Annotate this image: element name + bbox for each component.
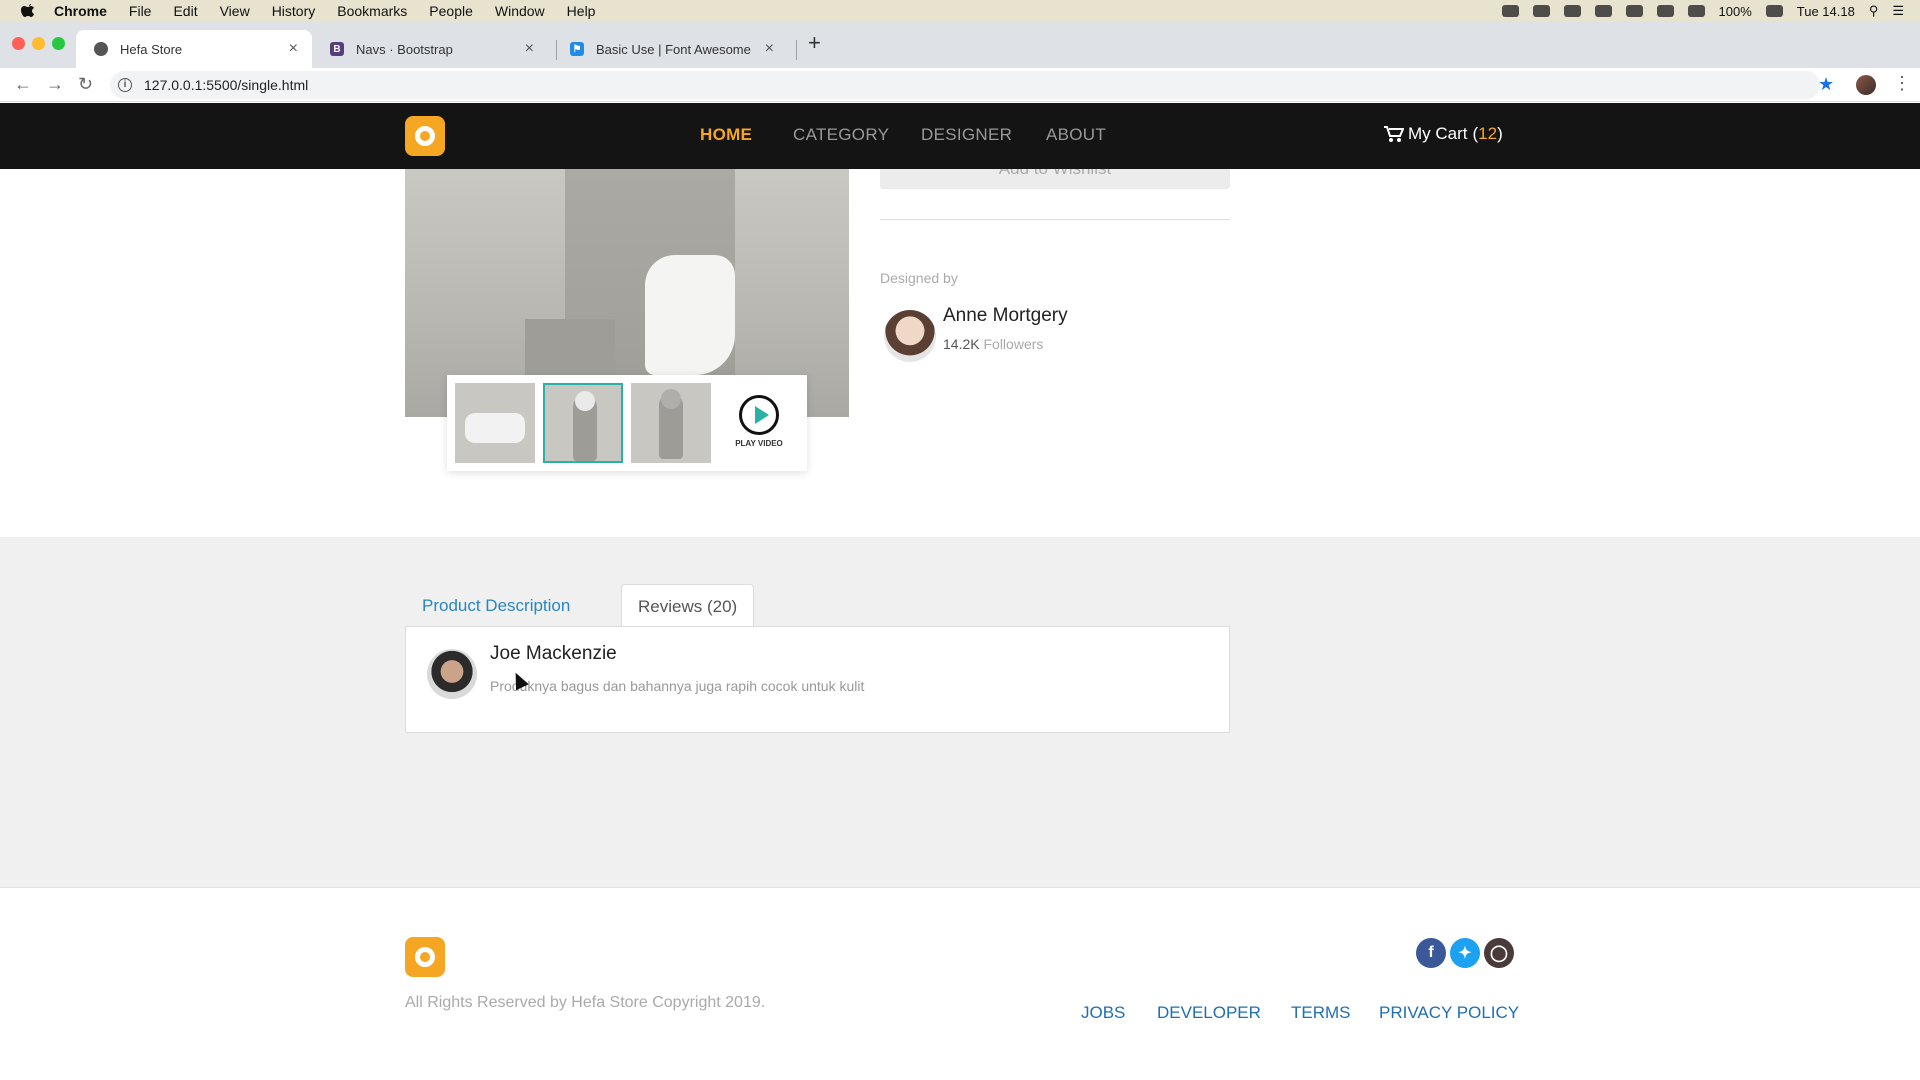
footer-link-jobs[interactable]: JOBS bbox=[1081, 1003, 1125, 1023]
notification-icon[interactable] bbox=[1594, 5, 1612, 17]
menu-view[interactable]: View bbox=[220, 3, 250, 19]
menu-help[interactable]: Help bbox=[567, 3, 596, 19]
thumb-head bbox=[575, 391, 595, 411]
spotlight-icon[interactable]: ⚲ bbox=[1869, 3, 1879, 19]
review-text: Produknya bagus dan bahannya juga rapih … bbox=[490, 678, 865, 694]
tab-reviews[interactable]: Reviews (20) bbox=[621, 584, 755, 627]
instagram-icon[interactable]: ◯ bbox=[1484, 938, 1514, 968]
browser-tab-font-awesome[interactable]: ⚑ Basic Use | Font Awesome × bbox=[552, 30, 788, 68]
reviewer-name: Joe Mackenzie bbox=[490, 643, 617, 664]
designer-avatar[interactable] bbox=[884, 310, 936, 362]
play-icon bbox=[739, 395, 779, 435]
bluetooth-icon[interactable] bbox=[1656, 5, 1674, 17]
wifi-icon[interactable] bbox=[1687, 5, 1705, 17]
footer-logo[interactable] bbox=[405, 937, 445, 977]
cart-button[interactable]: My Cart (12) bbox=[1384, 124, 1503, 144]
close-tab-icon[interactable]: × bbox=[289, 40, 298, 58]
minimize-window-button[interactable] bbox=[32, 37, 45, 50]
site-header: HOME CATEGORY DESIGNER ABOUT My Cart (12… bbox=[0, 103, 1920, 169]
menu-history[interactable]: History bbox=[272, 3, 316, 19]
review-list: Joe Mackenzie Produknya bagus dan bahann… bbox=[405, 626, 1230, 733]
add-to-wishlist-button[interactable]: Add to Wishlist bbox=[880, 169, 1230, 189]
site-logo[interactable] bbox=[405, 116, 445, 156]
thumb-detail bbox=[465, 413, 525, 443]
copyright-text: All Rights Reserved by Hefa Store Copyri… bbox=[405, 994, 766, 1011]
footer-link-privacy-policy[interactable]: PRIVACY POLICY bbox=[1379, 1003, 1519, 1023]
status-tray: 100% Tue 14.18 ⚲ ☰ bbox=[1501, 0, 1904, 22]
profile-avatar[interactable] bbox=[1856, 75, 1876, 95]
browser-tab-bootstrap[interactable]: B Navs · Bootstrap × bbox=[312, 30, 548, 68]
nav-about[interactable]: ABOUT bbox=[1046, 125, 1106, 145]
nav-category[interactable]: CATEGORY bbox=[793, 125, 889, 145]
control-center-icon[interactable]: ☰ bbox=[1892, 3, 1904, 19]
screen-record-icon[interactable] bbox=[1501, 5, 1519, 17]
reload-icon[interactable]: ↻ bbox=[78, 74, 93, 95]
tab-separator bbox=[796, 40, 797, 60]
nav-home[interactable]: HOME bbox=[700, 125, 752, 145]
creative-cloud-icon[interactable] bbox=[1563, 5, 1581, 17]
cart-icon bbox=[1384, 125, 1404, 142]
thumb-head bbox=[661, 389, 681, 409]
menu-file[interactable]: File bbox=[129, 3, 152, 19]
battery-percent: 100% bbox=[1718, 3, 1752, 19]
followers-label: Followers bbox=[983, 336, 1044, 352]
wishlist-label: Add to Wishlist bbox=[999, 169, 1111, 178]
followers-count: 14.2K bbox=[943, 336, 980, 352]
followers: 14.2K Followers bbox=[943, 336, 1043, 352]
browser-tab-strip: Hefa Store × B Navs · Bootstrap × ⚑ Basi… bbox=[0, 22, 1920, 68]
tab-product-description[interactable]: Product Description bbox=[406, 584, 586, 627]
browser-tab-hefa-store[interactable]: Hefa Store × bbox=[76, 30, 312, 68]
menu-edit[interactable]: Edit bbox=[173, 3, 197, 19]
tab-title: Basic Use | Font Awesome bbox=[596, 41, 751, 57]
cart-label: My Cart bbox=[1408, 124, 1468, 143]
divider bbox=[880, 219, 1230, 220]
menu-bookmarks[interactable]: Bookmarks bbox=[337, 3, 407, 19]
drive-icon[interactable] bbox=[1625, 5, 1643, 17]
bootstrap-icon: B bbox=[330, 42, 344, 56]
thumbnail-3[interactable] bbox=[631, 383, 711, 463]
address-bar[interactable]: i 127.0.0.1:5500/single.html bbox=[110, 71, 1820, 99]
battery-icon[interactable] bbox=[1765, 5, 1783, 17]
menu-kebab-icon[interactable]: ⋮ bbox=[1893, 73, 1911, 94]
bookmark-star-icon[interactable]: ★ bbox=[1818, 74, 1834, 95]
twitter-icon[interactable]: ✦ bbox=[1450, 938, 1480, 968]
close-window-button[interactable] bbox=[12, 37, 25, 50]
flag-icon: ⚑ bbox=[570, 42, 584, 56]
designer-name[interactable]: Anne Mortgery bbox=[943, 305, 1068, 327]
cart-count: 12 bbox=[1478, 124, 1498, 143]
new-tab-icon[interactable]: + bbox=[808, 30, 821, 56]
site-footer: All Rights Reserved by Hefa Store Copyri… bbox=[0, 887, 1920, 1080]
tab-title: Navs · Bootstrap bbox=[356, 41, 453, 57]
zoom-window-button[interactable] bbox=[52, 37, 65, 50]
thumbnail-gallery: PLAY VIDEO bbox=[447, 375, 807, 471]
tab-title: Hefa Store bbox=[120, 41, 183, 57]
globe-icon bbox=[94, 42, 108, 56]
clock[interactable]: Tue 14.18 bbox=[1797, 4, 1855, 19]
footer-link-terms[interactable]: TERMS bbox=[1291, 1003, 1351, 1023]
forward-icon[interactable]: → bbox=[46, 74, 64, 95]
url-text[interactable]: 127.0.0.1:5500/single.html bbox=[144, 77, 308, 93]
thumbnail-1[interactable] bbox=[455, 383, 535, 463]
site-info-icon[interactable]: i bbox=[118, 78, 132, 92]
dropbox-icon[interactable] bbox=[1532, 5, 1550, 17]
close-tab-icon[interactable]: × bbox=[525, 40, 534, 58]
dress-belt bbox=[645, 255, 735, 375]
back-icon[interactable]: ← bbox=[14, 74, 32, 95]
nav-designer[interactable]: DESIGNER bbox=[921, 125, 1012, 145]
footer-link-developer[interactable]: DEVELOPER bbox=[1157, 1003, 1261, 1023]
apple-icon[interactable] bbox=[20, 3, 36, 19]
facebook-icon[interactable]: f bbox=[1416, 938, 1446, 968]
close-tab-icon[interactable]: × bbox=[765, 40, 774, 58]
thumbnail-2[interactable] bbox=[543, 383, 623, 463]
designed-by-label: Designed by bbox=[880, 270, 958, 286]
reviewer-avatar bbox=[427, 649, 477, 699]
menu-app-name[interactable]: Chrome bbox=[54, 3, 107, 19]
play-video-button[interactable]: PLAY VIDEO bbox=[719, 383, 799, 463]
browser-toolbar: ← → ↻ i 127.0.0.1:5500/single.html ★ ⋮ bbox=[0, 68, 1920, 102]
play-video-label: PLAY VIDEO bbox=[735, 439, 783, 448]
macos-menubar: Chrome File Edit View History Bookmarks … bbox=[0, 0, 1920, 22]
menu-window[interactable]: Window bbox=[495, 3, 545, 19]
menu-people[interactable]: People bbox=[429, 3, 473, 19]
